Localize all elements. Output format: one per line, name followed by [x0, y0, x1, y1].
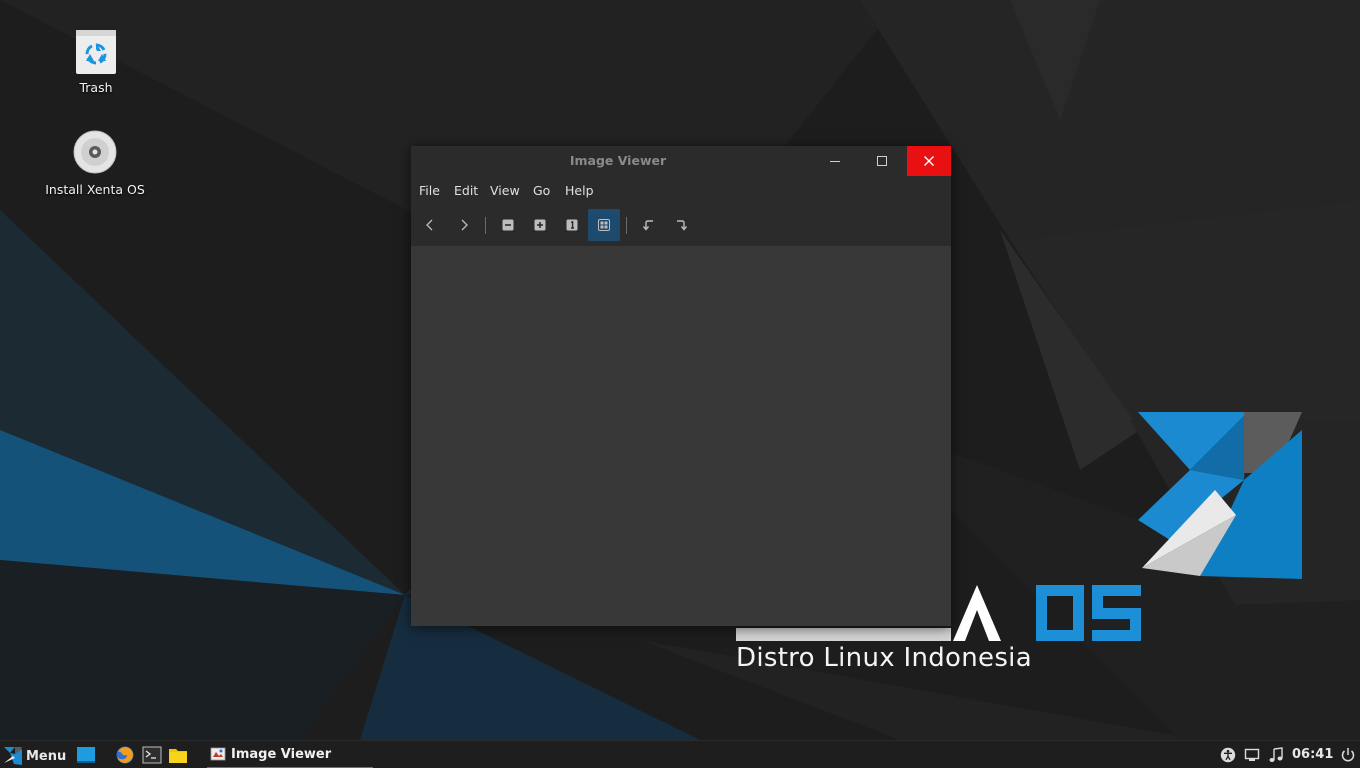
close-icon: [924, 156, 934, 166]
desktop-icon-label: Trash: [79, 80, 113, 95]
previous-button[interactable]: [414, 209, 446, 241]
image-viewport[interactable]: [411, 246, 951, 626]
network-icon[interactable]: [1244, 747, 1260, 763]
maximize-button[interactable]: [860, 146, 904, 176]
zoom-in-button[interactable]: [524, 209, 556, 241]
trash-icon: [76, 30, 116, 74]
taskbar-task-image-viewer[interactable]: Image Viewer: [207, 741, 373, 768]
menu-edit[interactable]: Edit: [454, 183, 478, 198]
rotate-right-icon: [677, 220, 688, 231]
rotate-left-button[interactable]: [633, 209, 665, 241]
menu-file[interactable]: File: [419, 183, 440, 198]
start-menu-button[interactable]: Menu: [3, 745, 66, 767]
rotate-right-button[interactable]: [665, 209, 697, 241]
terminal-icon[interactable]: [142, 745, 162, 765]
accessibility-icon[interactable]: [1220, 747, 1236, 763]
zoom-fit-icon: [598, 219, 610, 231]
minimize-icon: [830, 161, 840, 162]
menu-help[interactable]: Help: [565, 183, 594, 198]
disc-icon: [73, 130, 117, 174]
xenta-logo-icon: [4, 747, 22, 765]
image-viewer-window[interactable]: Image Viewer File Edit View Go Help: [411, 146, 951, 626]
close-button[interactable]: [907, 146, 951, 176]
maximize-icon: [877, 156, 887, 166]
toolbar-separator: [626, 217, 627, 234]
show-desktop-icon[interactable]: [76, 745, 96, 765]
zoom-100-icon: [566, 219, 578, 231]
menu-go[interactable]: Go: [533, 183, 550, 198]
menubar: File Edit View Go Help: [411, 176, 951, 206]
folder-icon[interactable]: [168, 745, 188, 765]
chevron-right-icon: [461, 219, 468, 231]
taskbar: Menu Image Viewer 06:41: [0, 740, 1360, 768]
image-viewer-icon: [210, 747, 226, 761]
zoom-in-icon: [534, 219, 546, 231]
firefox-icon[interactable]: [115, 745, 135, 765]
menu-view[interactable]: View: [490, 183, 520, 198]
normal-size-button[interactable]: [556, 209, 588, 241]
desktop-icon-label: Install Xenta OS: [45, 182, 145, 197]
window-title: Image Viewer: [569, 153, 667, 168]
minimize-button[interactable]: [813, 146, 857, 176]
window-titlebar[interactable]: Image Viewer: [411, 146, 951, 176]
toolbar: [411, 206, 951, 246]
taskbar-task-label: Image Viewer: [231, 746, 332, 762]
wallpaper-brand-subtitle: Distro Linux Indonesia: [736, 643, 1032, 673]
sound-icon[interactable]: [1268, 747, 1284, 763]
toolbar-separator: [485, 217, 486, 234]
next-button[interactable]: [448, 209, 480, 241]
zoom-out-icon: [502, 219, 514, 231]
clock[interactable]: 06:41: [1292, 747, 1333, 762]
zoom-out-button[interactable]: [492, 209, 524, 241]
rotate-left-icon: [642, 220, 653, 231]
chevron-left-icon: [426, 219, 433, 231]
start-menu-label: Menu: [26, 748, 67, 764]
desktop-icon-install[interactable]: Install Xenta OS: [40, 128, 150, 197]
power-icon[interactable]: [1340, 747, 1356, 763]
best-fit-button[interactable]: [588, 209, 620, 241]
desktop-icon-trash[interactable]: Trash: [41, 26, 151, 95]
